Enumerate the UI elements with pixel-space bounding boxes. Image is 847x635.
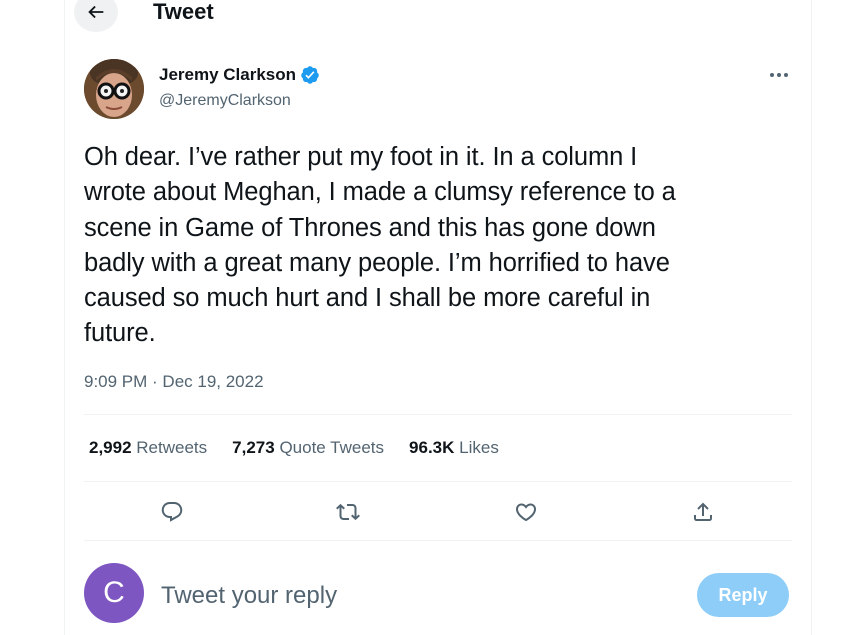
likes-label: Likes [459, 438, 499, 457]
author-name[interactable]: Jeremy Clarkson [159, 64, 296, 86]
author-name-row[interactable]: Jeremy Clarkson [159, 64, 320, 86]
reply-submit-button[interactable]: Reply [697, 573, 789, 617]
like-icon [515, 503, 537, 522]
verified-badge-icon [301, 66, 319, 84]
tweet-timestamp[interactable]: 9:09 PM · Dec 19, 2022 [84, 371, 264, 393]
reply-icon [161, 502, 183, 522]
retweets-stat[interactable]: 2,992 Retweets [89, 437, 207, 459]
retweet-icon [336, 503, 360, 521]
quote-tweets-label: Quote Tweets [279, 438, 385, 457]
page-title: Tweet [153, 0, 214, 24]
reply-input[interactable]: Tweet your reply [161, 580, 337, 612]
like-button[interactable] [510, 496, 542, 528]
divider [84, 540, 792, 541]
share-icon [694, 502, 712, 521]
quote-tweets-stat[interactable]: 7,273 Quote Tweets [232, 437, 384, 459]
user-avatar[interactable]: C [84, 563, 144, 623]
quote-tweets-count: 7,273 [232, 438, 275, 457]
reply-button[interactable] [156, 496, 188, 528]
retweet-button[interactable] [332, 496, 364, 528]
share-button[interactable] [687, 496, 719, 528]
retweets-label: Retweets [136, 438, 208, 457]
more-horizontal-icon [770, 73, 788, 77]
author-avatar[interactable] [84, 59, 144, 119]
divider [84, 481, 792, 482]
more-options-button[interactable] [766, 64, 792, 86]
likes-stat[interactable]: 96.3K Likes [409, 437, 499, 459]
tweet-text: Oh dear. I’ve rather put my foot in it. … [84, 143, 676, 348]
tweet-stats: 2,992 Retweets 7,273 Quote Tweets 96.3K … [89, 437, 499, 459]
divider [84, 414, 792, 415]
retweets-count: 2,992 [89, 438, 132, 457]
arrow-left-icon [88, 5, 104, 19]
likes-count: 96.3K [409, 438, 455, 457]
avatar-portrait [84, 59, 144, 119]
tweet-actions [84, 496, 792, 528]
author-handle[interactable]: @JeremyClarkson [159, 90, 291, 112]
